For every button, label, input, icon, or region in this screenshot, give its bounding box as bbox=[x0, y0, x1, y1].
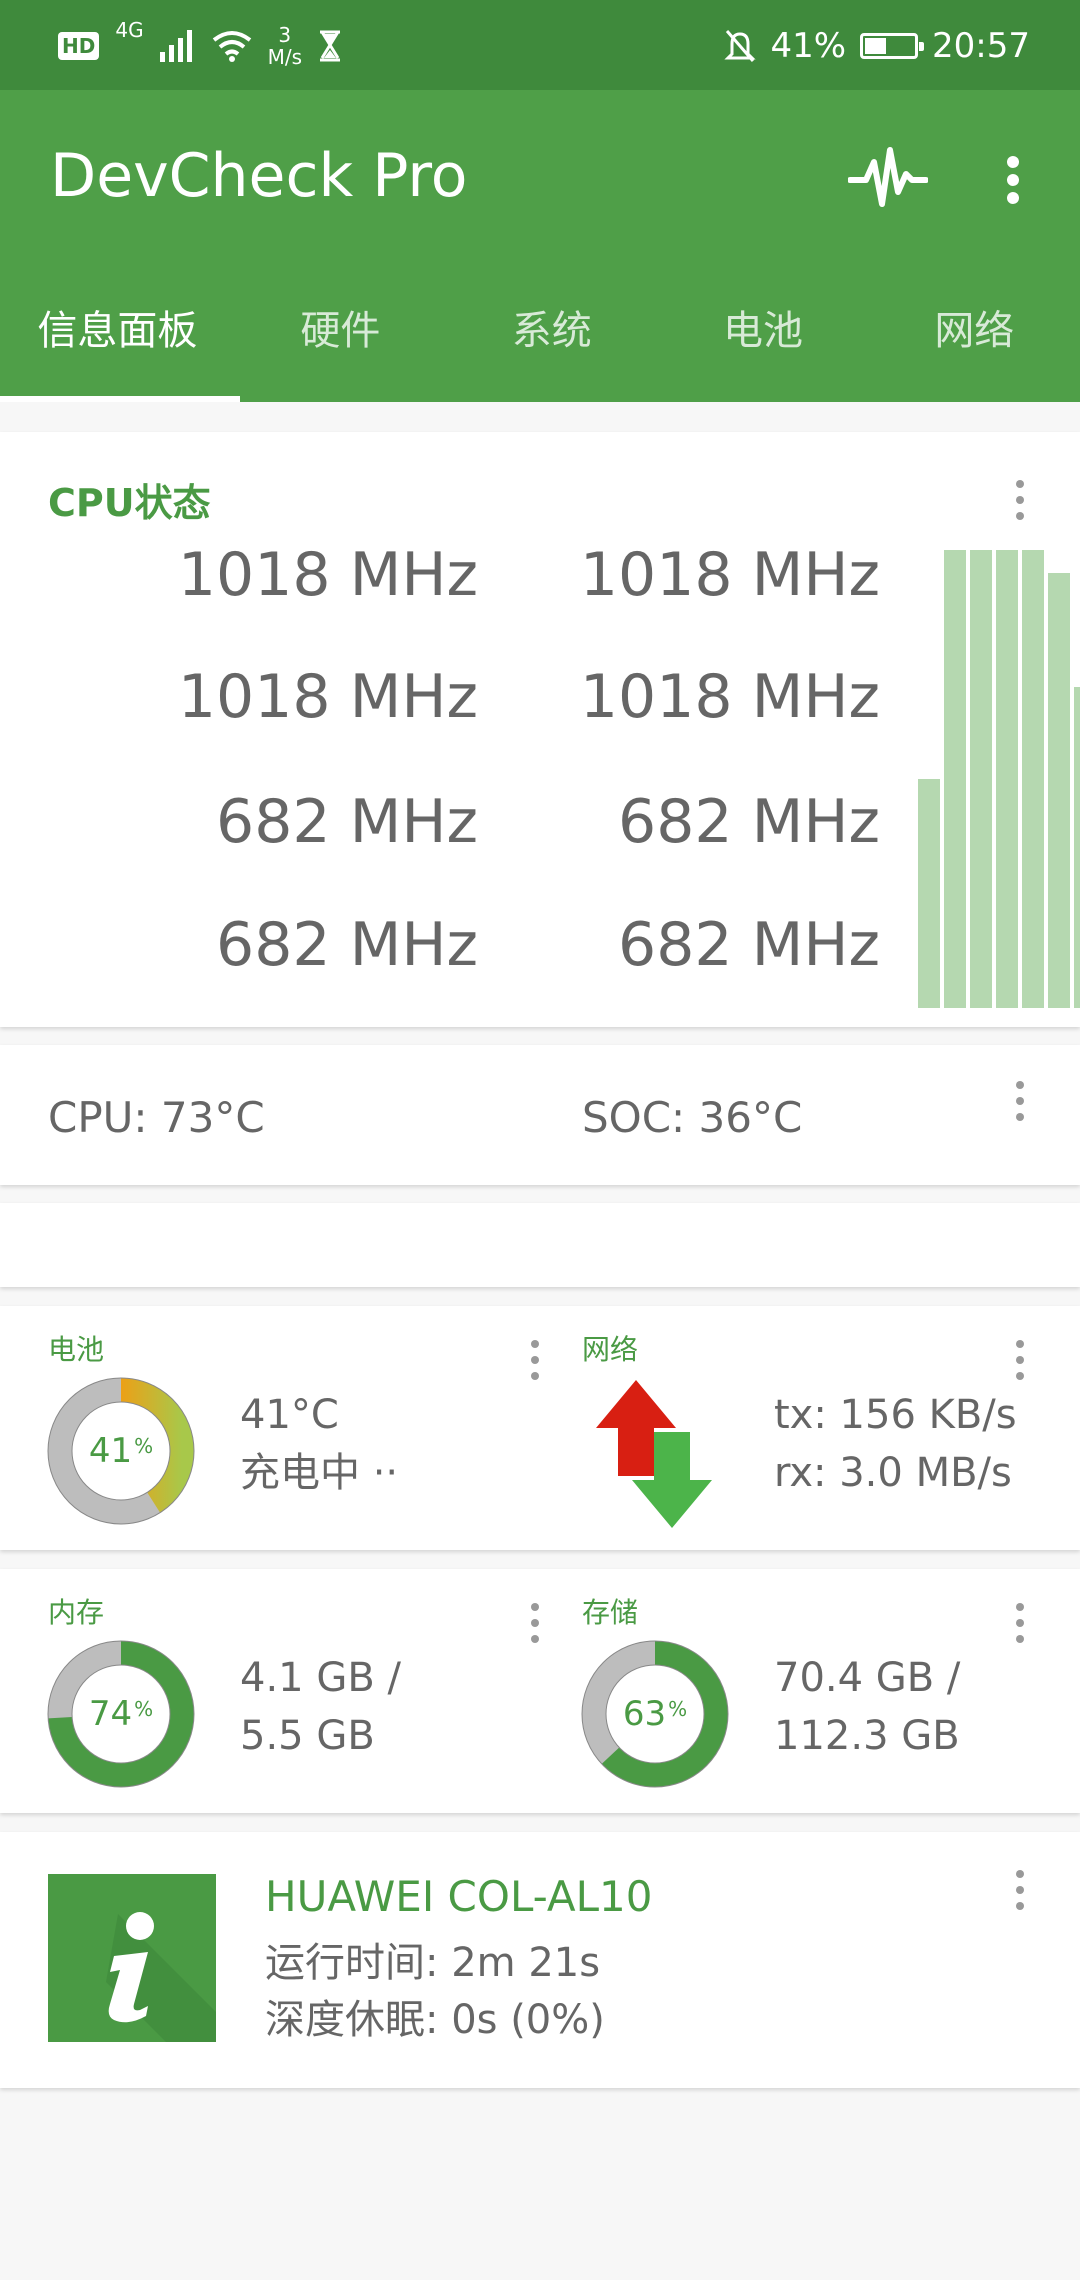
storage-gauge[interactable]: 63% bbox=[580, 1639, 730, 1789]
storage-info: 70.4 GB / 112.3 GB bbox=[774, 1649, 960, 1765]
tab-bar: 信息面板 硬件 系统 电池 网络 bbox=[0, 286, 1080, 402]
network-tx: tx: 156 KB/s bbox=[774, 1392, 1017, 1438]
storage-used: 70.4 GB / bbox=[774, 1655, 961, 1701]
temperature-card[interactable]: CPU: 73°C SOC: 36°C bbox=[0, 1045, 1080, 1185]
battery-icon bbox=[860, 33, 925, 59]
signal-icon bbox=[159, 30, 192, 62]
wifi-icon bbox=[212, 31, 251, 62]
overflow-menu-button[interactable] bbox=[992, 142, 1036, 218]
battery-menu-button[interactable] bbox=[515, 1332, 555, 1392]
cpu-core-5-freq: 682 MHz bbox=[618, 787, 880, 857]
battery-temp: 41°C bbox=[240, 1392, 339, 1438]
network-info: tx: 156 KB/s rx: 3.0 MB/s bbox=[774, 1386, 1017, 1502]
network-type: 4G bbox=[115, 18, 144, 42]
tab-indicator bbox=[0, 396, 240, 402]
cpu-temp: CPU: 73°C bbox=[48, 1093, 265, 1142]
memory-info: 4.1 GB / 5.5 GB bbox=[240, 1649, 401, 1765]
device-card-menu-button[interactable] bbox=[1000, 1862, 1040, 1922]
cpu-usage-bar bbox=[944, 550, 966, 1008]
memory-percent-value: 74 bbox=[88, 1694, 133, 1734]
tab-network[interactable]: 网络 bbox=[869, 286, 1080, 402]
storage-percent-text: 63% bbox=[580, 1639, 730, 1789]
tab-dashboard[interactable]: 信息面板 bbox=[0, 286, 235, 402]
memory-used: 4.1 GB / bbox=[240, 1655, 401, 1701]
monitor-button[interactable] bbox=[847, 140, 929, 216]
cpu-usage-bar bbox=[970, 550, 992, 1008]
storage-percent-unit: % bbox=[668, 1697, 688, 1721]
cpu-usage-bar bbox=[1048, 573, 1070, 1008]
cpu-core-0-freq: 1018 MHz bbox=[177, 540, 478, 610]
net-speed-value: 3 bbox=[278, 23, 292, 47]
network-rx: rx: 3.0 MB/s bbox=[774, 1450, 1012, 1496]
hd-badge: HD bbox=[58, 32, 100, 60]
memory-menu-button[interactable] bbox=[515, 1595, 555, 1655]
uptime: 运行时间: 2m 21s bbox=[265, 1940, 601, 1986]
cpu-usage-bar bbox=[1022, 550, 1044, 1008]
memory-total: 5.5 GB bbox=[240, 1713, 375, 1759]
info-icon bbox=[48, 1874, 216, 2042]
app-bar: DevCheck Pro 信息面板 硬件 系统 电池 网络 bbox=[0, 90, 1080, 402]
tab-hardware[interactable]: 硬件 bbox=[235, 286, 446, 402]
tab-system[interactable]: 系统 bbox=[446, 286, 657, 402]
battery-label: 电池 bbox=[48, 1333, 105, 1366]
cpu-core-3-freq: 1018 MHz bbox=[579, 662, 880, 732]
battery-gauge[interactable]: 41% bbox=[46, 1376, 196, 1526]
battery-network-card: 电池 41% 41°C 充电中 ·· 网络 tx: 156 KB/s rx: 3… bbox=[0, 1306, 1080, 1550]
battery-info: 41°C 充电中 ·· bbox=[240, 1386, 398, 1502]
cpu-card-menu-button[interactable] bbox=[1000, 472, 1040, 532]
clock: 20:57 bbox=[932, 26, 1030, 66]
storage-total: 112.3 GB bbox=[774, 1713, 960, 1759]
memory-percent-text: 74% bbox=[46, 1639, 196, 1789]
status-bar: HD 4G 3 M/s 41% 20:57 bbox=[0, 0, 1080, 90]
cpu-core-6-freq: 682 MHz bbox=[216, 910, 478, 980]
cpu-core-4-freq: 682 MHz bbox=[216, 787, 478, 857]
cpu-usage-bars bbox=[918, 550, 1080, 1008]
net-speed: 3 M/s bbox=[268, 24, 302, 68]
status-right: 41% 20:57 bbox=[724, 18, 1030, 74]
device-card[interactable]: HUAWEI COL-AL10 运行时间: 2m 21s 深度休眠: 0s (0… bbox=[0, 1832, 1080, 2088]
pulse-icon bbox=[847, 147, 929, 207]
cpu-usage-bar bbox=[918, 779, 940, 1008]
net-speed-unit: M/s bbox=[267, 45, 302, 69]
memory-gauge[interactable]: 74% bbox=[46, 1639, 196, 1789]
cpu-usage-bar bbox=[996, 550, 1018, 1008]
hourglass-icon bbox=[320, 30, 340, 62]
status-left: HD 4G 3 M/s bbox=[58, 18, 342, 74]
storage-menu-button[interactable] bbox=[1000, 1595, 1040, 1655]
cpu-core-2-freq: 1018 MHz bbox=[177, 662, 478, 732]
battery-percent-text: 41% bbox=[46, 1376, 196, 1526]
battery-percent-value: 41 bbox=[88, 1431, 133, 1471]
battery-percent-unit: % bbox=[134, 1434, 154, 1458]
storage-percent-value: 63 bbox=[622, 1694, 667, 1734]
memory-storage-card: 内存 74% 4.1 GB / 5.5 GB 存储 63% 70.4 GB / … bbox=[0, 1569, 1080, 1813]
tab-battery[interactable]: 电池 bbox=[657, 286, 868, 402]
memory-percent-unit: % bbox=[134, 1697, 154, 1721]
memory-label: 内存 bbox=[48, 1596, 105, 1629]
storage-label: 存储 bbox=[582, 1596, 639, 1629]
device-model: HUAWEI COL-AL10 bbox=[265, 1872, 653, 1921]
network-traffic-icon bbox=[596, 1380, 712, 1528]
network-label: 网络 bbox=[582, 1333, 639, 1366]
network-menu-button[interactable] bbox=[1000, 1332, 1040, 1392]
temp-card-menu-button[interactable] bbox=[1000, 1073, 1040, 1133]
cpu-usage-bar bbox=[1074, 687, 1080, 1008]
battery-status: 充电中 ·· bbox=[240, 1450, 399, 1496]
cpu-core-1-freq: 1018 MHz bbox=[579, 540, 880, 610]
cpu-core-7-freq: 682 MHz bbox=[618, 910, 880, 980]
empty-card bbox=[0, 1203, 1080, 1287]
soc-temp: SOC: 36°C bbox=[582, 1093, 803, 1142]
cpu-status-card[interactable]: CPU状态 1018 MHz 1018 MHz 1018 MHz 1018 MH… bbox=[0, 432, 1080, 1027]
cpu-status-title: CPU状态 bbox=[48, 481, 211, 525]
app-title: DevCheck Pro bbox=[50, 141, 468, 211]
battery-percent: 41% bbox=[770, 26, 847, 66]
deep-sleep: 深度休眠: 0s (0%) bbox=[265, 1997, 605, 2043]
mute-bell-icon bbox=[724, 30, 757, 62]
